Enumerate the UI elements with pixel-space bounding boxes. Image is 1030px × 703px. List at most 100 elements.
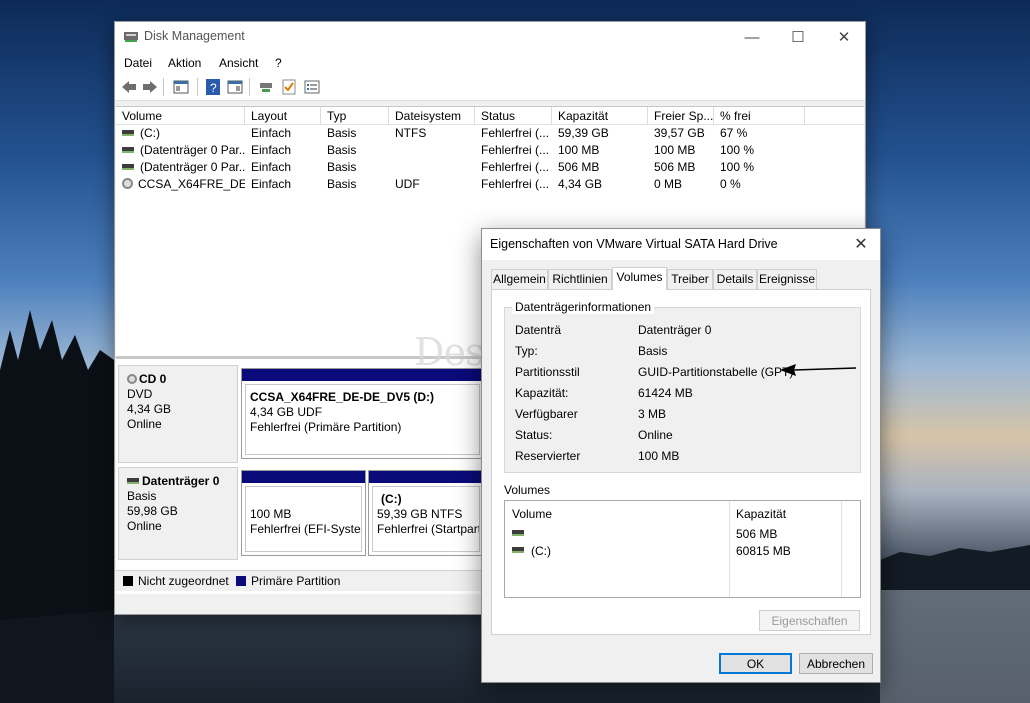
help-icon[interactable]: ? [203,78,223,96]
list-item[interactable]: 506 MB [505,525,860,542]
minimize-button[interactable]: — [729,22,775,52]
menu-help[interactable]: ? [275,56,282,70]
partition-name: CCSA_X64FRE_DE-DE_DV5 (D:) [250,390,435,404]
disk-state: Online [127,417,162,431]
ok-button[interactable]: OK [719,653,792,674]
cd-drive-icon [122,178,133,189]
close-icon[interactable]: ✕ [848,233,874,255]
list-view-icon[interactable] [302,78,322,96]
drive-icon [122,130,134,136]
cell-capacity: 4,34 GB [558,177,603,191]
tab-details[interactable]: Details [713,269,757,289]
disk-label-disk0[interactable]: Datenträger 0 Basis 59,98 GB Online [118,467,238,560]
cell-pct: 100 % [720,160,755,174]
partition-status: Fehlerfrei (Primäre Partition) [250,420,402,434]
menu-bar: Datei Aktion Ansicht ? [115,52,865,74]
disk-state: Online [127,519,162,533]
drive-icon [512,547,524,553]
tab-volumes[interactable]: Volumes [612,267,667,290]
column-layout[interactable]: Layout [245,107,321,125]
column-typ[interactable]: Typ [321,107,389,125]
forward-arrow-icon[interactable] [140,78,160,96]
connect-disk-icon[interactable] [256,78,276,96]
partition-efi[interactable]: 100 MB Fehlerfrei (EFI-System [241,470,366,556]
cell-typ: Basis [327,143,357,157]
table-row[interactable]: CCSA_X64FRE_DE-... Einfach Basis UDF Feh… [116,176,864,193]
tab-allgemein[interactable]: Allgemein [491,269,548,289]
maximize-button[interactable]: ☐ [775,22,821,52]
tab-treiber[interactable]: Treiber [667,269,713,289]
column-volume[interactable]: Volume [512,507,552,521]
legend-unallocated: Nicht zugeordnet [138,574,229,588]
table-row[interactable]: (Datenträger 0 Par... Einfach Basis Fehl… [116,159,864,176]
disk-name: CD 0 [139,372,167,386]
cell-typ: Basis [327,177,357,191]
back-arrow-icon[interactable] [119,78,139,96]
properties-dialog: Eigenschaften von VMware Virtual SATA Ha… [481,228,881,683]
info-value: 61424 MB [638,386,693,400]
annotation-arrow-icon [780,364,857,376]
cell-fs [389,142,395,159]
list-item[interactable]: (C:) 60815 MB [505,542,860,559]
volumes-label: Volumes [504,483,551,497]
partition-d[interactable]: CCSA_X64FRE_DE-DE_DV5 (D:) 4,34 GB UDF F… [241,368,484,459]
cell-volume: (Datenträger 0 Par... [140,143,245,157]
column-volume[interactable]: Volume [116,107,245,125]
column-kapazitaet[interactable]: Kapazität [736,507,786,521]
volumes-tab-panel: Datenträgerinformationen Datenträ Datent… [491,289,871,635]
cell-pct: 0 % [720,177,741,191]
checklist-icon[interactable] [279,78,299,96]
cell-capacity: 100 MB [558,143,600,157]
properties-button[interactable]: Eigenschaften [759,610,860,631]
dialog-title-bar: Eigenschaften von VMware Virtual SATA Ha… [482,229,880,260]
info-value: Datenträger 0 [638,323,712,337]
partition-bar [242,369,483,381]
properties-view-icon[interactable] [225,78,245,96]
info-label: Status: [515,428,553,442]
menu-datei[interactable]: Datei [124,56,152,70]
close-button[interactable]: ✕ [821,22,867,52]
column-dateisystem[interactable]: Dateisystem [389,107,475,125]
disk-label-cd0[interactable]: CD 0 DVD 4,34 GB Online [118,365,238,463]
cell-free: 100 MB [654,143,696,157]
info-value: Basis [638,344,668,358]
partition-size: 59,39 GB NTFS [377,507,463,521]
group-label: Datenträgerinformationen [512,300,655,314]
disk-type: DVD [127,387,153,401]
column-status[interactable]: Status [475,107,552,125]
menu-aktion[interactable]: Aktion [168,56,201,70]
cancel-button[interactable]: Abbrechen [799,653,873,674]
disk-info-group: Datenträgerinformationen Datenträ Datent… [504,300,861,473]
column-freier-speicher[interactable]: Freier Sp... [648,107,714,125]
partition-bar [369,471,483,483]
info-label: Datenträ [515,323,562,337]
cell-fs: UDF [395,177,420,191]
cell-typ: Basis [327,126,357,140]
volume-list-header: Volume Layout Typ Dateisystem Status Kap… [116,107,864,125]
tab-richtlinien[interactable]: Richtlinien [548,269,612,289]
column-prozent-frei[interactable]: % frei [714,107,805,125]
cd-drive-icon [127,374,137,384]
volume-capacity: 506 MB [736,527,778,541]
partition-c[interactable]: (C:) 59,39 GB NTFS Fehlerfrei (Startpart… [368,470,484,556]
menu-ansicht[interactable]: Ansicht [219,56,258,70]
cell-capacity: 59,39 GB [558,126,609,140]
cell-free: 39,57 GB [654,126,705,140]
legend-unallocated-swatch [123,576,133,586]
cell-status: Fehlerfrei (... [481,143,550,157]
volume-name: (C:) [531,544,551,558]
column-kapazitaet[interactable]: Kapazität [552,107,648,125]
cell-layout: Einfach [251,126,292,140]
cell-typ: Basis [327,160,357,174]
cell-status: Fehlerfrei (... [481,160,550,174]
console-tree-icon[interactable] [171,78,191,96]
table-row[interactable]: (C:) Einfach Basis NTFS Fehlerfrei (... … [116,125,864,142]
disk-type: Basis [127,489,157,503]
tab-ereignisse[interactable]: Ereignisse [757,269,817,289]
tab-strip: Allgemein Richtlinien Volumes Treiber De… [491,267,871,290]
table-row[interactable]: (Datenträger 0 Par... Einfach Basis Fehl… [116,142,864,159]
info-label: Verfügbarer [515,407,578,421]
drive-icon [127,478,139,484]
cell-free: 0 MB [654,177,683,191]
cell-volume: (C:) [140,126,160,140]
